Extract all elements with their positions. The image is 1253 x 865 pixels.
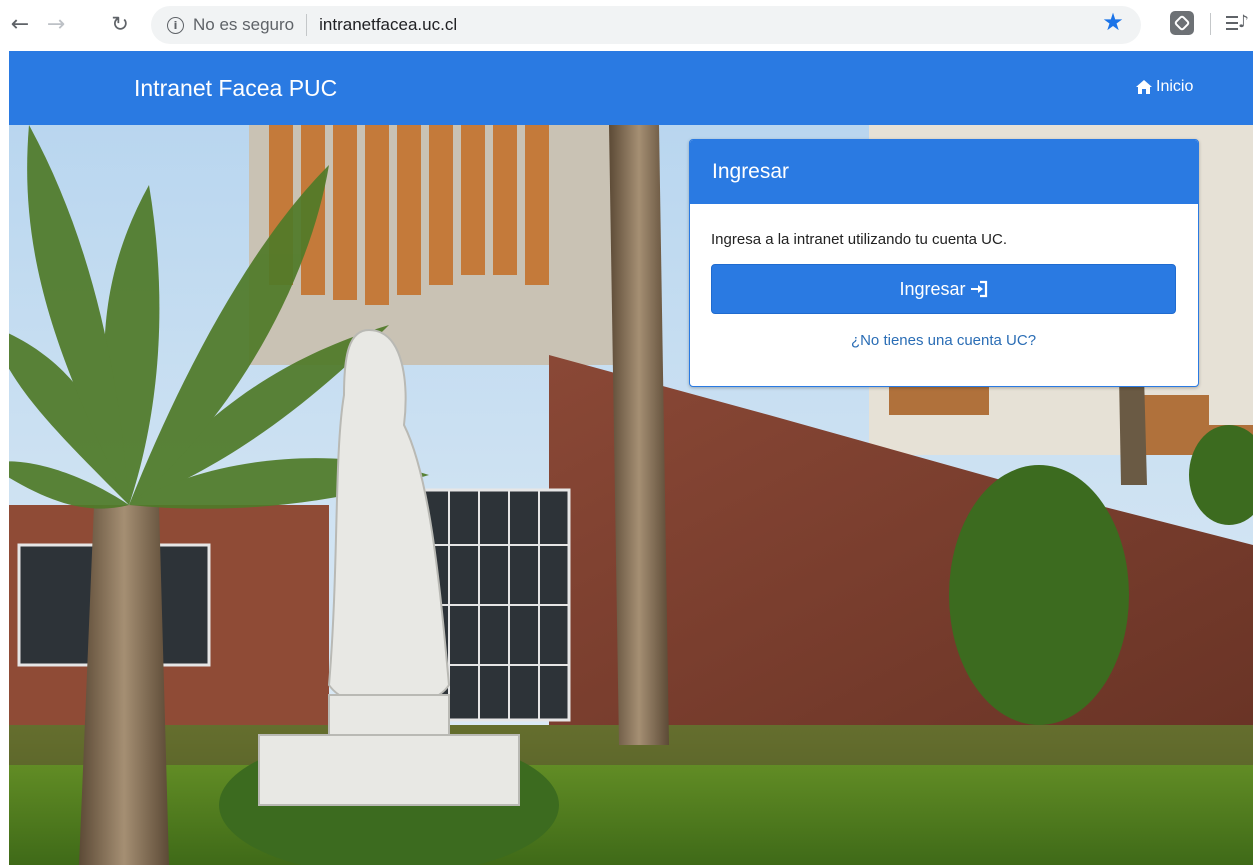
login-button-label: Ingresar: [899, 278, 966, 299]
login-card: Ingresar Ingresa a la intranet utilizand…: [689, 139, 1199, 387]
omnibox-divider: [306, 14, 308, 36]
media-control-icon[interactable]: ♪: [1226, 11, 1249, 35]
reload-icon[interactable]: ↻: [106, 10, 134, 38]
url-text[interactable]: intranetfacea.uc.cl: [319, 15, 457, 35]
address-bar[interactable]: i No es seguro intranetfacea.uc.cl: [151, 6, 1141, 44]
star-icon[interactable]: ★: [1100, 8, 1126, 36]
no-account-link[interactable]: ¿No tienes una cuenta UC?: [711, 332, 1176, 349]
browser-toolbar: ← → ↻ i No es seguro intranetfacea.uc.cl…: [0, 0, 1253, 50]
extension-icon[interactable]: [1170, 11, 1194, 35]
site-navbar: Intranet Facea PUC Inicio: [9, 51, 1253, 125]
home-link-label: Inicio: [1156, 78, 1194, 95]
home-link[interactable]: Inicio: [1135, 78, 1193, 96]
toolbar-divider: [1210, 13, 1211, 35]
login-card-body: Ingresa a la intranet utilizando tu cuen…: [690, 204, 1198, 349]
sign-in-icon: [970, 280, 987, 298]
arrow-left-icon[interactable]: ←: [6, 10, 34, 38]
home-icon: [1136, 80, 1152, 94]
login-button[interactable]: Ingresar: [711, 264, 1176, 314]
login-description: Ingresa a la intranet utilizando tu cuen…: [711, 231, 1008, 248]
security-status[interactable]: No es seguro: [193, 15, 294, 35]
login-card-title: Ingresar: [690, 140, 1198, 204]
arrow-right-icon[interactable]: →: [42, 10, 70, 38]
site-brand[interactable]: Intranet Facea PUC: [134, 75, 337, 102]
info-icon[interactable]: i: [167, 16, 184, 34]
